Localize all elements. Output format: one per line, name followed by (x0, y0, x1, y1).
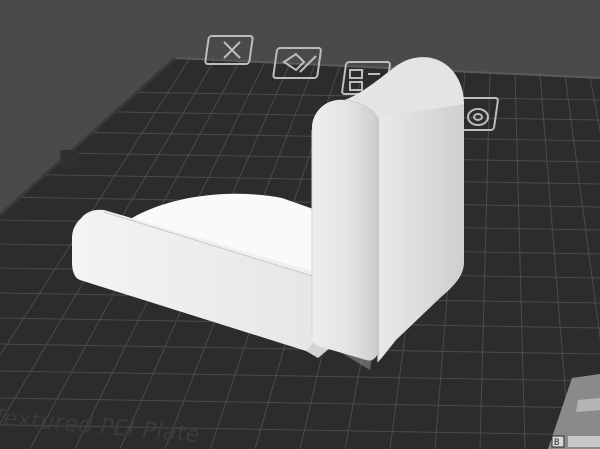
badge-label: B (554, 438, 559, 448)
model-wall-front (312, 99, 378, 361)
3d-viewport[interactable]: Textured PEI Plate B (0, 0, 600, 449)
scene-canvas[interactable]: Textured PEI Plate B (0, 0, 600, 449)
